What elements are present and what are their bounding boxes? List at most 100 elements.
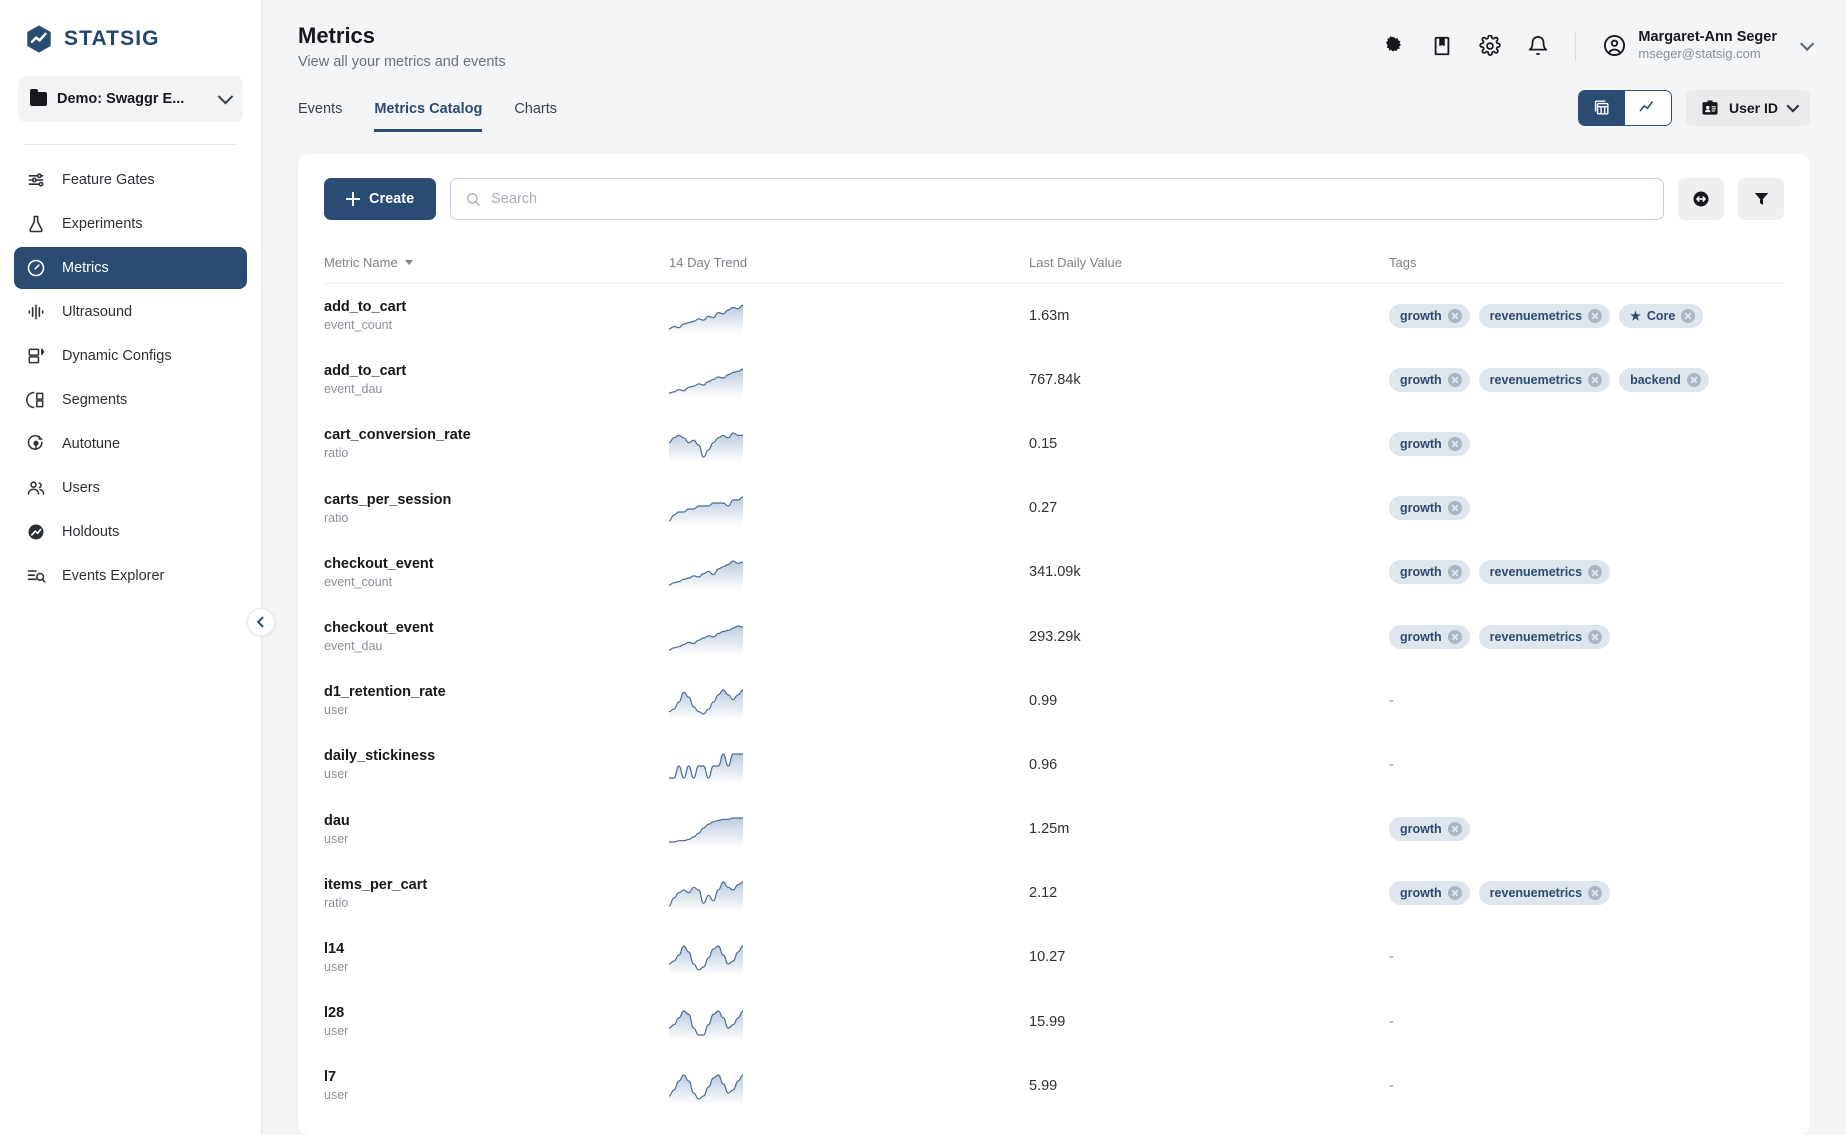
sidebar-collapse-button[interactable] — [247, 608, 275, 636]
cell-trend — [669, 299, 1029, 333]
tag-label: revenuemetrics — [1490, 886, 1582, 900]
tag-pill[interactable]: growth — [1389, 560, 1470, 584]
unit-selector[interactable]: User ID — [1686, 90, 1810, 126]
table-row[interactable]: checkout_eventevent_dau293.29kgrowthreve… — [324, 604, 1784, 668]
remove-tag-icon[interactable] — [1588, 373, 1602, 387]
remove-tag-icon[interactable] — [1448, 630, 1462, 644]
sidebar-item-experiments[interactable]: Experiments — [14, 203, 247, 245]
cell-metric-name[interactable]: d1_retention_rateuser — [324, 684, 669, 717]
cell-metric-name[interactable]: add_to_cartevent_dau — [324, 363, 669, 396]
user-circle-icon — [1602, 33, 1627, 58]
metric-type: user — [324, 767, 435, 781]
cell-tags: growth revenuemetrics backend — [1389, 368, 1784, 392]
sidebar-item-users[interactable]: Users — [14, 467, 247, 509]
table-view-button[interactable] — [1579, 91, 1625, 125]
create-button[interactable]: Create — [324, 178, 436, 220]
cell-metric-name[interactable]: l14user — [324, 941, 669, 974]
book-icon[interactable] — [1431, 35, 1453, 57]
user-menu[interactable]: Margaret-Ann Seger mseger@statsig.com — [1602, 28, 1810, 63]
remove-tag-icon[interactable] — [1448, 309, 1462, 323]
filter-button[interactable] — [1738, 178, 1784, 220]
cell-last-daily-value: 0.99 — [1029, 693, 1389, 709]
compare-button[interactable] — [1678, 178, 1724, 220]
sort-caret-down-icon — [405, 260, 413, 265]
tag-pill[interactable]: revenuemetrics — [1479, 304, 1610, 328]
cell-metric-name[interactable]: dauuser — [324, 813, 669, 846]
tag-pill[interactable]: growth — [1389, 368, 1470, 392]
remove-tag-icon[interactable] — [1588, 565, 1602, 579]
bell-icon[interactable] — [1527, 35, 1549, 57]
remove-tag-icon[interactable] — [1588, 630, 1602, 644]
remove-tag-icon[interactable] — [1448, 886, 1462, 900]
sidebar-item-holdouts[interactable]: Holdouts — [14, 511, 247, 553]
tag-pill[interactable]: revenuemetrics — [1479, 625, 1610, 649]
search-input[interactable] — [491, 191, 1649, 207]
table-row[interactable]: daily_stickinessuser0.96- — [324, 733, 1784, 797]
search-box[interactable] — [450, 178, 1664, 220]
metric-type: event_dau — [324, 639, 434, 653]
table-row[interactable]: dauuser1.25mgrowth — [324, 797, 1784, 861]
table-row[interactable]: d1_retention_rateuser0.99- — [324, 669, 1784, 733]
cell-last-daily-value: 5.99 — [1029, 1078, 1389, 1094]
table-row[interactable]: add_to_cartevent_dau767.84kgrowthrevenue… — [324, 348, 1784, 412]
gear-icon[interactable] — [1479, 35, 1501, 57]
table-row[interactable]: l7user5.99- — [324, 1054, 1784, 1118]
tab-row: Events Metrics Catalog Charts — [298, 90, 1810, 132]
remove-tag-icon[interactable] — [1448, 373, 1462, 387]
tag-pill[interactable]: backend — [1619, 368, 1709, 392]
sidebar-item-ultrasound[interactable]: Ultrasound — [14, 291, 247, 333]
cell-metric-name[interactable]: checkout_eventevent_count — [324, 556, 669, 589]
table-row[interactable]: carts_per_sessionratio0.27growth — [324, 476, 1784, 540]
puzzle-gear-icon[interactable] — [1383, 35, 1405, 57]
cell-metric-name[interactable]: l28user — [324, 1005, 669, 1038]
sidebar-item-segments[interactable]: Segments — [14, 379, 247, 421]
tag-pill[interactable]: revenuemetrics — [1479, 881, 1610, 905]
cell-metric-name[interactable]: carts_per_sessionratio — [324, 492, 669, 525]
remove-tag-icon[interactable] — [1588, 886, 1602, 900]
workspace-selector[interactable]: Demo: Swaggr E... — [18, 76, 243, 122]
tag-pill[interactable]: revenuemetrics — [1479, 560, 1610, 584]
remove-tag-icon[interactable] — [1588, 309, 1602, 323]
cell-metric-name[interactable]: daily_stickinessuser — [324, 748, 669, 781]
cell-metric-name[interactable]: checkout_eventevent_dau — [324, 620, 669, 653]
table-row[interactable]: checkout_eventevent_count341.09kgrowthre… — [324, 540, 1784, 604]
sidebar-item-label: Feature Gates — [62, 172, 155, 188]
tag-pill[interactable]: growth — [1389, 881, 1470, 905]
table-row[interactable]: cart_conversion_rateratio0.15growth — [324, 412, 1784, 476]
cell-metric-name[interactable]: l7user — [324, 1069, 669, 1102]
chevron-down-icon — [218, 88, 234, 104]
tab-events[interactable]: Events — [298, 101, 342, 132]
chart-view-button[interactable] — [1625, 91, 1671, 125]
cell-tags: growth revenuemetrics — [1389, 560, 1784, 584]
sidebar-item-autotune[interactable]: Autotune — [14, 423, 247, 465]
cell-metric-name[interactable]: items_per_cartratio — [324, 877, 669, 910]
tag-pill[interactable]: growth — [1389, 496, 1470, 520]
column-metric-name[interactable]: Metric Name — [324, 255, 669, 270]
tag-pill[interactable]: growth — [1389, 432, 1470, 456]
brand[interactable]: STATSIG — [0, 0, 261, 54]
remove-tag-icon[interactable] — [1448, 565, 1462, 579]
cell-trend — [669, 812, 1029, 846]
tag-pill[interactable]: growth — [1389, 817, 1470, 841]
table-row[interactable]: l28user15.99- — [324, 990, 1784, 1054]
sidebar-item-dynamic-configs[interactable]: Dynamic Configs — [14, 335, 247, 377]
remove-tag-icon[interactable] — [1448, 822, 1462, 836]
remove-tag-icon[interactable] — [1448, 501, 1462, 515]
remove-tag-icon[interactable] — [1448, 437, 1462, 451]
tab-charts[interactable]: Charts — [514, 101, 557, 132]
cell-metric-name[interactable]: cart_conversion_rateratio — [324, 427, 669, 460]
table-row[interactable]: items_per_cartratio2.12growthrevenuemetr… — [324, 861, 1784, 925]
tag-pill[interactable]: growth — [1389, 625, 1470, 649]
tag-pill[interactable]: ★Core — [1619, 304, 1703, 328]
remove-tag-icon[interactable] — [1687, 373, 1701, 387]
tab-metrics-catalog[interactable]: Metrics Catalog — [374, 101, 482, 132]
table-row[interactable]: l14user10.27- — [324, 925, 1784, 989]
sidebar-item-feature-gates[interactable]: Feature Gates — [14, 159, 247, 201]
remove-tag-icon[interactable] — [1681, 309, 1695, 323]
sidebar-item-metrics[interactable]: Metrics — [14, 247, 247, 289]
sidebar-item-events-explorer[interactable]: Events Explorer — [14, 555, 247, 597]
tag-pill[interactable]: revenuemetrics — [1479, 368, 1610, 392]
cell-metric-name[interactable]: add_to_cartevent_count — [324, 299, 669, 332]
tag-pill[interactable]: growth — [1389, 304, 1470, 328]
table-row[interactable]: add_to_cartevent_count1.63mgrowthrevenue… — [324, 284, 1784, 348]
